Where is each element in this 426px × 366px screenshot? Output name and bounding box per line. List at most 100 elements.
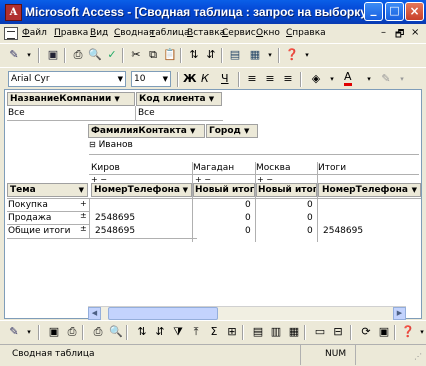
mdi-minimize-button[interactable]: – bbox=[381, 27, 386, 38]
chevron-down-icon: ▼ bbox=[189, 127, 196, 135]
fill-color-dropdown-icon[interactable]: ▾ bbox=[324, 71, 340, 87]
cell-total-phone-totals: 2548695 bbox=[323, 226, 364, 236]
line-color-icon[interactable]: ✎ bbox=[378, 71, 394, 87]
close-button[interactable]: × bbox=[405, 2, 424, 21]
refresh-icon[interactable]: ⟳ bbox=[358, 324, 374, 340]
menu-table[interactable]: таблица bbox=[150, 28, 190, 38]
cut-icon[interactable]: ✂ bbox=[128, 47, 144, 63]
menu-window[interactable]: Окно bbox=[256, 28, 280, 38]
filter-value-customer-code: Все bbox=[138, 108, 155, 118]
autofilter-icon[interactable]: ⧩ bbox=[170, 324, 186, 340]
save-icon[interactable]: ▣ bbox=[46, 324, 62, 340]
data-field-phone-totals[interactable]: НомерТелефона ▼ bbox=[318, 183, 421, 197]
row-field-topic[interactable]: Тема ▼ bbox=[7, 183, 88, 197]
align-right-icon[interactable]: ≡ bbox=[280, 71, 296, 87]
font-size-value: 10 bbox=[134, 74, 146, 84]
align-left-icon[interactable]: ≡ bbox=[244, 71, 260, 87]
maximize-button[interactable]: □ bbox=[385, 2, 404, 21]
help-dropdown-icon[interactable]: ▾ bbox=[299, 47, 315, 63]
bold-button[interactable]: Ж bbox=[183, 71, 196, 87]
font-name-combo[interactable]: Arial Cyr ▼ bbox=[8, 71, 126, 87]
fill-color-icon[interactable]: ◈ bbox=[308, 71, 324, 87]
data-field-total-moscow[interactable]: Новый итог bbox=[256, 183, 317, 197]
show-details-icon[interactable]: ⊟ bbox=[330, 324, 346, 340]
chevron-down-icon: ▼ bbox=[182, 186, 188, 194]
line-color-dropdown-icon[interactable]: ▾ bbox=[394, 71, 410, 87]
window-title: Microsoft Access - [Сводная таблица : за… bbox=[25, 5, 371, 19]
sort-descending-icon[interactable]: ⇵ bbox=[152, 324, 168, 340]
collapse-icon[interactable]: ▥ bbox=[268, 324, 284, 340]
underline-button[interactable]: Ч bbox=[221, 71, 229, 87]
align-center-icon[interactable]: ≡ bbox=[262, 71, 278, 87]
sort-ascending-icon[interactable]: ⇅ bbox=[134, 324, 150, 340]
data-field-phone-kirov[interactable]: НомерТелефона ▼ bbox=[91, 183, 192, 197]
mdi-close-button[interactable]: × bbox=[411, 27, 419, 38]
resize-grip-icon[interactable]: ⋰ bbox=[414, 352, 422, 361]
menu-help[interactable]: Справка bbox=[286, 28, 326, 38]
print-icon[interactable]: ⎙ bbox=[90, 324, 106, 340]
scroll-right-icon[interactable]: ▶ bbox=[393, 307, 406, 320]
expand-icon[interactable]: ± bbox=[80, 212, 87, 220]
view-dropdown-icon[interactable]: ▾ bbox=[21, 324, 37, 340]
cell-total-magadan: 0 bbox=[245, 226, 251, 236]
data-field-phone-total-label: НомерТелефона bbox=[322, 185, 408, 195]
pivot-table-area[interactable]: НазваниеКомпании ▼ Код клиента ▼ Все Все… bbox=[4, 89, 422, 319]
cell-total-moscow: 0 bbox=[307, 226, 313, 236]
menu-pivot[interactable]: Сводная bbox=[114, 28, 154, 38]
column-item-contact[interactable]: ⊟ Иванов bbox=[89, 140, 209, 152]
print-preview-icon[interactable]: 🔍 bbox=[108, 324, 124, 340]
mdi-restore-button[interactable]: 🗗 bbox=[395, 27, 404, 44]
font-size-combo[interactable]: 10 ▼ bbox=[131, 71, 171, 87]
hide-details-icon[interactable]: ▭ bbox=[312, 324, 328, 340]
menu-view[interactable]: Вид bbox=[90, 28, 108, 38]
chevron-down-icon: ▼ bbox=[78, 186, 84, 194]
sort-descending-icon[interactable]: ⇵ bbox=[203, 47, 219, 63]
show-as-icon[interactable]: ▤ bbox=[250, 324, 266, 340]
autocalc-icon[interactable]: Σ bbox=[206, 324, 222, 340]
help-icon[interactable]: ❓ bbox=[284, 47, 300, 63]
show-top-icon[interactable]: ⤒ bbox=[188, 324, 204, 340]
access-key-icon[interactable]: A bbox=[5, 4, 22, 21]
expand-icon[interactable]: ▦ bbox=[286, 324, 302, 340]
menu-file[interactable]: Файл bbox=[22, 28, 47, 38]
save-icon[interactable]: ▣ bbox=[45, 47, 61, 63]
field-list-icon[interactable]: ▤ bbox=[227, 47, 243, 63]
horizontal-scrollbar[interactable]: ◀ ▶ bbox=[88, 306, 406, 320]
design-view-icon[interactable]: ✎ bbox=[6, 47, 22, 63]
view-dropdown-icon[interactable]: ▾ bbox=[21, 47, 37, 63]
print-preview-icon[interactable]: 🔍 bbox=[87, 47, 103, 63]
expand-icon[interactable]: ± bbox=[80, 225, 87, 233]
print-icon[interactable]: ⎙ bbox=[64, 324, 80, 340]
column-item-magadan: Магадан bbox=[193, 163, 235, 173]
expand-icon[interactable]: + bbox=[80, 200, 87, 208]
filter-field-customer-code[interactable]: Код клиента ▼ bbox=[136, 92, 222, 106]
design-view-icon[interactable]: ✎ bbox=[6, 324, 22, 340]
column-field-contact[interactable]: ФамилияКонтакта ▼ bbox=[88, 124, 205, 138]
column-field-city[interactable]: Город ▼ bbox=[206, 124, 258, 138]
new-object-icon[interactable]: ▦ bbox=[247, 47, 263, 63]
copy-icon[interactable]: ⧉ bbox=[145, 47, 161, 63]
sort-ascending-icon[interactable]: ⇅ bbox=[186, 47, 202, 63]
new-object-dropdown-icon[interactable]: ▾ bbox=[262, 47, 278, 63]
data-field-total-magadan[interactable]: Новый итог bbox=[193, 183, 255, 197]
filter-field-company[interactable]: НазваниеКомпании ▼ bbox=[7, 92, 135, 106]
column-item-moscow: Москва bbox=[256, 163, 291, 173]
menu-tools[interactable]: Сервис bbox=[222, 28, 256, 38]
scroll-left-icon[interactable]: ◀ bbox=[88, 307, 101, 320]
print-icon[interactable]: ⎙ bbox=[70, 47, 86, 63]
subtotal-icon[interactable]: ⊞ bbox=[224, 324, 240, 340]
font-color-dropdown-icon[interactable]: ▾ bbox=[361, 71, 377, 87]
menu-insert[interactable]: Вставка bbox=[187, 28, 225, 38]
document-icon[interactable] bbox=[4, 27, 18, 40]
minimize-button[interactable]: _ bbox=[364, 2, 383, 21]
font-color-button[interactable]: A bbox=[344, 71, 352, 86]
scrollbar-thumb[interactable] bbox=[108, 307, 218, 320]
help-dropdown-icon[interactable]: ▾ bbox=[414, 324, 426, 340]
filter-value-company: Все bbox=[8, 108, 25, 118]
spelling-icon[interactable]: ✓ bbox=[104, 47, 120, 63]
paste-icon[interactable]: 📋 bbox=[162, 47, 178, 63]
menu-edit[interactable]: Правка bbox=[54, 28, 88, 38]
row-label-purchase: Покупка bbox=[8, 200, 48, 210]
field-list-icon[interactable]: ▣ bbox=[376, 324, 392, 340]
italic-button[interactable]: К bbox=[201, 71, 209, 87]
